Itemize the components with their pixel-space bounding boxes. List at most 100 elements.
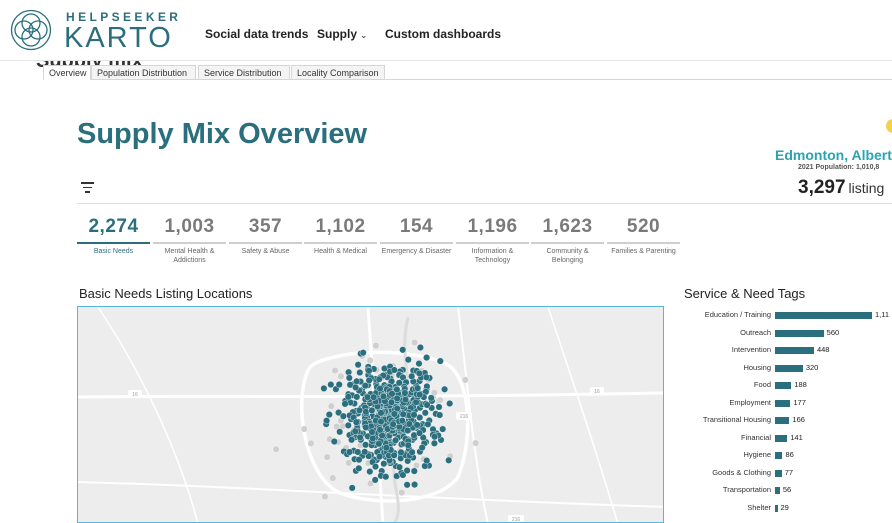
bar[interactable] — [775, 434, 788, 442]
map-point[interactable] — [341, 400, 349, 408]
map-point[interactable] — [388, 390, 396, 398]
map-point[interactable] — [330, 437, 338, 445]
map-point[interactable] — [397, 448, 405, 456]
map-point[interactable] — [423, 354, 431, 362]
map-point-other[interactable] — [272, 445, 280, 453]
map-point-other[interactable] — [366, 356, 374, 364]
map-point[interactable] — [351, 427, 359, 435]
map-point-other[interactable] — [307, 439, 315, 447]
map-point[interactable] — [427, 394, 435, 402]
map-point[interactable] — [418, 444, 426, 452]
bar-row[interactable]: Shelter 29 — [684, 502, 892, 514]
map-point[interactable] — [362, 441, 370, 449]
map-point[interactable] — [405, 420, 413, 428]
bar[interactable] — [775, 504, 778, 512]
map-point[interactable] — [382, 473, 390, 481]
map-point[interactable] — [325, 411, 333, 419]
bar-row[interactable]: Intervention 448 — [684, 344, 892, 356]
map-point[interactable] — [431, 433, 439, 441]
map-point-other[interactable] — [323, 453, 331, 461]
map-point[interactable] — [424, 420, 432, 428]
map-point[interactable] — [416, 429, 424, 437]
tab-service-distribution[interactable]: Service Distribution — [198, 65, 290, 79]
bar-row[interactable]: Employment 177 — [684, 397, 892, 409]
bar[interactable] — [775, 347, 814, 354]
stat-health-medical[interactable]: 1,102 Health & Medical — [304, 216, 377, 256]
map-point[interactable] — [408, 372, 416, 380]
nav-custom-dashboards[interactable]: Custom dashboards — [385, 27, 501, 41]
map-point[interactable] — [410, 411, 418, 419]
map-point[interactable] — [416, 391, 424, 399]
map-point[interactable] — [355, 464, 363, 472]
map-point[interactable] — [430, 439, 438, 447]
map-point[interactable] — [320, 384, 328, 392]
map-point-other[interactable] — [329, 474, 337, 482]
map-point[interactable] — [356, 433, 364, 441]
map-point[interactable] — [352, 418, 360, 426]
map-point[interactable] — [361, 382, 369, 390]
map-point[interactable] — [362, 408, 370, 416]
map-point[interactable] — [355, 456, 363, 464]
bar[interactable] — [775, 399, 791, 407]
map-point[interactable] — [346, 448, 354, 456]
map-point-other[interactable] — [398, 489, 406, 497]
map-point[interactable] — [416, 344, 424, 352]
map-point[interactable] — [359, 349, 367, 357]
map-point[interactable] — [408, 448, 416, 456]
map-point[interactable] — [403, 466, 411, 474]
listing-locations-map[interactable]: 16 16 216 216 — [77, 306, 664, 523]
map-point[interactable] — [364, 393, 372, 401]
map-point[interactable] — [404, 441, 412, 449]
map-point[interactable] — [372, 463, 380, 471]
map-point[interactable] — [387, 398, 395, 406]
map-point[interactable] — [392, 436, 400, 444]
tab-locality-comparison[interactable]: Locality Comparison — [291, 65, 385, 79]
map-point[interactable] — [356, 369, 364, 377]
map-point[interactable] — [376, 426, 384, 434]
bar[interactable] — [775, 364, 803, 372]
stat-community-belonging[interactable]: 1,623 Community & Belonging — [531, 216, 604, 265]
map-point[interactable] — [366, 468, 374, 476]
nav-supply[interactable]: Supply ⌄ — [317, 27, 368, 41]
map-point[interactable] — [398, 417, 406, 425]
bar-row[interactable]: Transportation 56 — [684, 484, 892, 496]
stat-emergency-disaster[interactable]: 154 Emergency & Disaster — [380, 216, 453, 256]
map-point[interactable] — [345, 374, 353, 382]
bar[interactable] — [775, 469, 782, 477]
map-point[interactable] — [439, 425, 447, 433]
map-point[interactable] — [354, 361, 362, 369]
map-point[interactable] — [348, 484, 356, 492]
stat-families-parenting[interactable]: 520 Families & Parenting — [607, 216, 680, 256]
map-point-other[interactable] — [345, 459, 353, 467]
filter-icon[interactable] — [81, 182, 94, 194]
stat-information-technology[interactable]: 1,196 Information & Technology — [456, 216, 529, 265]
map-point-other[interactable] — [327, 402, 335, 410]
map-point[interactable] — [380, 392, 388, 400]
map-point[interactable] — [352, 383, 360, 391]
stat-basic-needs[interactable]: 2,274 Basic Needs — [77, 216, 150, 256]
tab-population-distribution[interactable]: Population Distribution — [91, 65, 196, 79]
map-point[interactable] — [393, 394, 401, 402]
map-point[interactable] — [445, 456, 453, 464]
map-point[interactable] — [390, 366, 398, 374]
map-point[interactable] — [410, 467, 418, 475]
stat-safety-abuse[interactable]: 357 Safety & Abuse — [229, 216, 302, 256]
map-point[interactable] — [353, 393, 361, 401]
bar[interactable] — [775, 382, 792, 389]
map-point[interactable] — [356, 406, 364, 414]
map-point[interactable] — [344, 421, 352, 429]
map-point[interactable] — [413, 421, 421, 429]
map-point-other[interactable] — [461, 376, 469, 384]
map-point[interactable] — [376, 453, 384, 461]
map-point[interactable] — [365, 367, 373, 375]
map-point[interactable] — [369, 434, 377, 442]
map-point[interactable] — [414, 384, 422, 392]
map-point[interactable] — [354, 448, 362, 456]
map-point[interactable] — [446, 399, 454, 407]
map-point[interactable] — [436, 411, 444, 419]
map-point[interactable] — [435, 403, 443, 411]
map-point[interactable] — [389, 420, 397, 428]
bar-row[interactable]: Education / Training 1,11 — [684, 309, 892, 321]
map-point[interactable] — [327, 381, 335, 389]
map-point-other[interactable] — [331, 367, 339, 375]
